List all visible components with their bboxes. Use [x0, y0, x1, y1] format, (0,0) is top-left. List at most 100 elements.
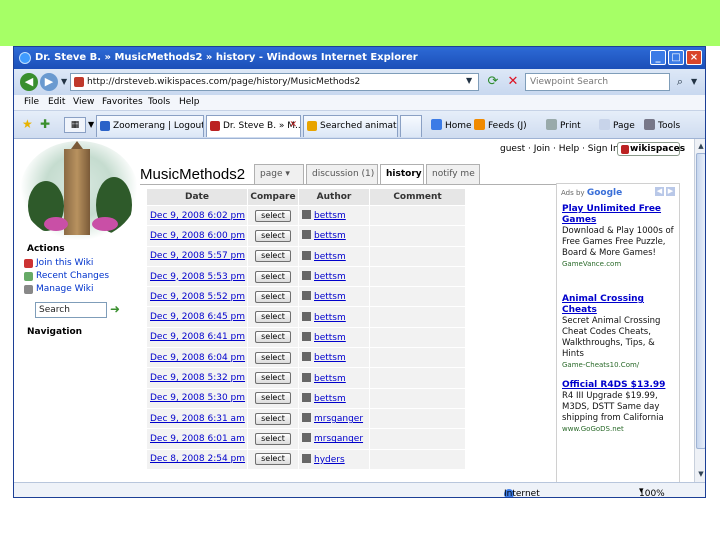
menu-help[interactable]: Help	[179, 97, 200, 107]
vertical-scrollbar[interactable]: ▲ ▼	[694, 139, 705, 482]
ad-url[interactable]: www.GoGoDS.net	[562, 424, 678, 435]
scroll-down-icon[interactable]: ▼	[696, 468, 705, 480]
ad-url[interactable]: GameVance.com	[562, 259, 678, 270]
tab-list-icon[interactable]: ▼	[88, 120, 94, 129]
forward-button[interactable]: ▶	[40, 73, 58, 91]
revision-date-link[interactable]: Dec 9, 2008 5:30 pm	[147, 388, 247, 408]
tools-menu[interactable]: Tools	[644, 119, 680, 131]
close-tab-icon[interactable]: ✕	[289, 120, 297, 130]
revision-date-link[interactable]: Dec 9, 2008 6:04 pm	[147, 348, 247, 368]
ad-item[interactable]: Play Unlimited Free Games Download & Pla…	[562, 204, 678, 270]
author-name[interactable]: bettsm	[314, 292, 346, 302]
author-cell[interactable]: bettsm	[299, 388, 369, 408]
revision-date-link[interactable]: Dec 9, 2008 6:02 pm	[147, 206, 247, 226]
search-options-icon[interactable]: ▼	[691, 77, 697, 86]
url-dropdown-icon[interactable]: ▼	[466, 76, 472, 85]
author-cell[interactable]: bettsm	[299, 348, 369, 368]
minimize-button[interactable]: _	[650, 50, 666, 65]
author-cell[interactable]: bettsm	[299, 266, 369, 287]
tab-zoomerang[interactable]: Zoomerang | Logout	[96, 115, 204, 137]
author-name[interactable]: bettsm	[314, 211, 346, 221]
author-cell[interactable]: bettsm	[299, 368, 369, 388]
ad-headline[interactable]: Animal Crossing Cheats	[562, 294, 678, 316]
author-name[interactable]: bettsm	[314, 252, 346, 262]
close-button[interactable]: ×	[686, 50, 702, 65]
ads-by-google[interactable]: Ads by Google	[561, 188, 622, 198]
select-button[interactable]: select	[255, 311, 291, 324]
select-button[interactable]: select	[255, 432, 291, 445]
revision-date-link[interactable]: Dec 9, 2008 5:57 pm	[147, 246, 247, 266]
scroll-up-icon[interactable]: ▲	[696, 140, 705, 152]
back-button[interactable]: ◀	[20, 73, 38, 91]
stop-icon[interactable]: ✕	[504, 73, 522, 91]
manage-wiki-link[interactable]: Manage Wiki	[24, 284, 94, 294]
select-button[interactable]: select	[255, 331, 291, 344]
author-name[interactable]: bettsm	[314, 313, 346, 323]
select-button[interactable]: select	[255, 453, 291, 466]
author-cell[interactable]: bettsm	[299, 206, 369, 226]
menu-edit[interactable]: Edit	[48, 97, 65, 107]
select-button[interactable]: select	[255, 229, 291, 242]
wikispaces-badge[interactable]: wikispaces	[617, 142, 685, 156]
home-button[interactable]: Home	[431, 119, 472, 131]
zoom-control[interactable]: 100% ▾	[639, 486, 665, 497]
add-favorite-icon[interactable]: ✚	[40, 117, 50, 131]
page-menu[interactable]: Page	[599, 119, 635, 131]
select-button[interactable]: select	[255, 372, 291, 385]
author-cell[interactable]: bettsm	[299, 327, 369, 348]
account-links[interactable]: guest · Join · Help · Sign In	[500, 144, 619, 154]
revision-date-link[interactable]: Dec 9, 2008 5:52 pm	[147, 287, 247, 307]
tab-searched[interactable]: Searched animatio	[303, 115, 398, 137]
author-name[interactable]: mrsganger	[314, 434, 363, 444]
revision-date-link[interactable]: Dec 9, 2008 6:31 am	[147, 408, 247, 429]
ad-headline[interactable]: Play Unlimited Free Games	[562, 204, 678, 226]
select-button[interactable]: select	[255, 250, 291, 263]
menu-favorites[interactable]: Favorites	[102, 97, 143, 107]
search-go-icon[interactable]: ➜	[110, 302, 120, 316]
revision-date-link[interactable]: Dec 9, 2008 5:32 pm	[147, 368, 247, 388]
revision-date-link[interactable]: Dec 9, 2008 6:41 pm	[147, 327, 247, 348]
select-button[interactable]: select	[255, 209, 291, 222]
ad-url[interactable]: Game-Cheats10.Com/	[562, 360, 678, 371]
author-name[interactable]: bettsm	[314, 374, 346, 384]
menu-view[interactable]: View	[73, 97, 94, 107]
author-name[interactable]: bettsm	[314, 333, 346, 343]
revision-date-link[interactable]: Dec 9, 2008 6:01 am	[147, 429, 247, 449]
ad-prev-icon[interactable]: ◀	[655, 187, 664, 196]
menu-file[interactable]: File	[24, 97, 39, 107]
history-dropdown-icon[interactable]: ▼	[61, 77, 67, 86]
ad-next-icon[interactable]: ▶	[666, 187, 675, 196]
author-name[interactable]: bettsm	[314, 272, 346, 282]
author-cell[interactable]: bettsm	[299, 226, 369, 246]
author-cell[interactable]: bettsm	[299, 307, 369, 327]
author-name[interactable]: bettsm	[314, 394, 346, 404]
author-cell[interactable]: bettsm	[299, 246, 369, 266]
url-input[interactable]: http://drsteveb.wikispaces.com/page/hist…	[70, 73, 479, 91]
quick-tabs-button[interactable]: ▦	[64, 117, 86, 133]
author-name[interactable]: hyders	[314, 455, 345, 465]
search-input[interactable]: Viewpoint Search	[525, 73, 670, 91]
ad-item[interactable]: Official R4DS $13.99 R4 III Upgrade $19.…	[562, 380, 678, 435]
revision-date-link[interactable]: Dec 9, 2008 6:45 pm	[147, 307, 247, 327]
tab-notify-me[interactable]: notify me	[426, 164, 480, 184]
select-button[interactable]: select	[255, 412, 291, 425]
author-cell[interactable]: mrsganger	[299, 429, 369, 449]
author-name[interactable]: bettsm	[314, 353, 346, 363]
revision-date-link[interactable]: Dec 9, 2008 6:00 pm	[147, 226, 247, 246]
revision-date-link[interactable]: Dec 9, 2008 5:53 pm	[147, 266, 247, 287]
revision-date-link[interactable]: Dec 8, 2008 2:54 pm	[147, 449, 247, 469]
author-name[interactable]: mrsganger	[314, 414, 363, 424]
select-button[interactable]: select	[255, 392, 291, 405]
menu-tools[interactable]: Tools	[148, 97, 170, 107]
scroll-thumb[interactable]	[696, 153, 705, 449]
tab-history[interactable]: history	[380, 164, 424, 185]
author-cell[interactable]: bettsm	[299, 287, 369, 307]
author-cell[interactable]: hyders	[299, 449, 369, 469]
join-wiki-link[interactable]: Join this Wiki	[24, 258, 93, 268]
ad-item[interactable]: Animal Crossing Cheats Secret Animal Cro…	[562, 294, 678, 371]
select-button[interactable]: select	[255, 351, 291, 364]
tab-discussion[interactable]: discussion (1)	[306, 164, 378, 184]
author-name[interactable]: bettsm	[314, 231, 346, 241]
select-button[interactable]: select	[255, 270, 291, 283]
recent-changes-link[interactable]: Recent Changes	[24, 271, 109, 281]
